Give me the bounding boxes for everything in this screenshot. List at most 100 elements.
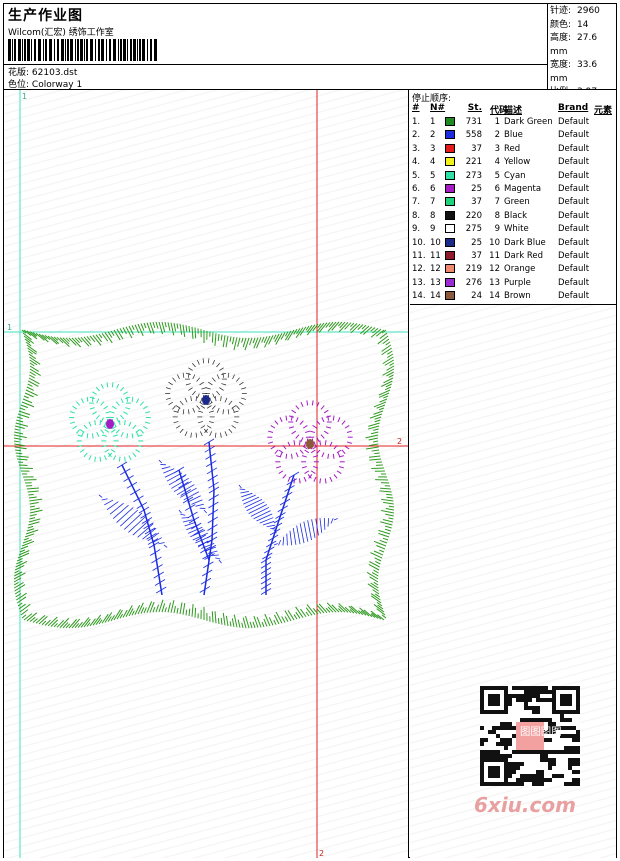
row-brand: Default [558, 170, 590, 181]
stat-stitches: 针迹: 2960 [550, 6, 600, 16]
row-stitches: 37 [471, 251, 482, 261]
color-swatch [445, 157, 455, 167]
row-index: 5. [412, 170, 421, 181]
row-number: 4 [430, 157, 436, 168]
page-title: 生产作业图 [8, 8, 83, 24]
row-brand: Default [558, 251, 590, 261]
qr-code-icon: 图图图图 [480, 686, 580, 786]
table-row: 2. 2 558 2 Blue Default [412, 130, 616, 143]
row-description: Yellow [504, 157, 531, 168]
row-code: 3 [494, 143, 500, 154]
row-number: 14 [430, 291, 441, 302]
color-swatch [445, 237, 455, 247]
row-code: 7 [494, 197, 500, 208]
row-brand: Default [558, 143, 590, 154]
row-description: Purple [504, 277, 531, 288]
row-code: 9 [494, 224, 500, 235]
row-number: 10 [430, 237, 441, 248]
row-stitches: 731 [465, 117, 482, 127]
row-code: 8 [494, 210, 500, 221]
row-description: Dark Blue [504, 237, 546, 248]
header-brand: Brand [558, 103, 589, 113]
color-swatch [445, 184, 455, 193]
qr-stamp-text: 图图图图 [520, 726, 562, 738]
row-description: Dark Green [504, 117, 553, 127]
row-brand: Default [558, 291, 590, 302]
row-stitches: 221 [465, 157, 482, 168]
row-description: Magenta [504, 184, 542, 194]
row-index: 3. [412, 143, 421, 154]
row-description: Black [504, 210, 527, 221]
design-stats: 针迹:2960 颜色:14 高度:27.6 mm 宽度:33.6 mm 比例:3… [550, 5, 616, 100]
table-row: 8. 8 220 8 Black Default [412, 210, 616, 224]
row-brand: Default [558, 130, 590, 141]
row-number: 9 [430, 224, 436, 235]
guide-label-2-right: 2 [397, 437, 402, 446]
header-index: # [412, 103, 420, 113]
row-code: 1 [494, 117, 500, 127]
row-code: 14 [489, 291, 500, 302]
table-row: 3. 3 37 3 Red Default [412, 143, 616, 157]
row-description: Red [504, 143, 521, 154]
row-code: 6 [494, 184, 500, 194]
barcode-icon [8, 39, 157, 61]
color-swatch [445, 170, 455, 180]
row-index: 13. [412, 277, 426, 288]
row-brand: Default [558, 237, 590, 248]
embroidery-preview-canvas[interactable]: 1 1 2 2 [4, 90, 409, 858]
header-stitches: St. [467, 103, 482, 113]
row-number: 11 [430, 251, 441, 261]
row-index: 14. [412, 291, 426, 302]
row-brand: Default [558, 210, 590, 221]
row-stitches: 275 [465, 224, 482, 235]
row-index: 8. [412, 210, 421, 221]
row-description: Dark Red [504, 251, 544, 261]
row-description: Orange [504, 264, 536, 275]
row-index: 1. [412, 117, 421, 127]
color-swatch [445, 197, 455, 207]
table-row: 11. 11 37 11 Dark Red Default [412, 251, 616, 264]
row-stitches: 25 [471, 237, 482, 248]
stat-colors: 颜色: 14 [550, 19, 589, 30]
row-number: 6 [430, 184, 436, 194]
table-row: 6. 6 25 6 Magenta Default [412, 184, 616, 197]
row-description: Brown [504, 291, 531, 302]
stat-width: 宽度: 33.6 mm [550, 60, 598, 84]
colorway-row: 色位: Colorway 1 [8, 77, 82, 90]
row-brand: Default [558, 277, 590, 288]
stop-sequence-table: 停止顺序: # N# St. 代码 描述 Brand 元素 1. 1 731 1 Dar… [410, 90, 616, 305]
row-brand: Default [558, 117, 590, 127]
row-number: 3 [430, 143, 436, 154]
color-swatch [445, 210, 455, 220]
row-stitches: 220 [465, 210, 482, 221]
watermark-logo: 6xiu.com [474, 793, 576, 817]
row-stitches: 273 [465, 170, 482, 181]
color-swatch [445, 130, 455, 140]
table-row: 14. 14 24 14 Brown Default [412, 291, 616, 304]
row-brand: Default [558, 157, 590, 168]
row-number: 5 [430, 170, 436, 181]
row-index: 6. [412, 184, 421, 194]
row-number: 13 [430, 277, 441, 288]
colorway-label: 色位: [8, 80, 30, 90]
row-stitches: 37 [471, 197, 482, 208]
row-description: White [504, 224, 529, 235]
table-row: 5. 5 273 5 Cyan Default [412, 170, 616, 184]
color-swatch [445, 264, 455, 274]
row-stitches: 558 [465, 130, 482, 141]
row-stitches: 25 [471, 184, 482, 194]
header-divider [4, 64, 547, 65]
row-index: 12. [412, 264, 426, 275]
row-description: Blue [504, 130, 523, 141]
row-brand: Default [558, 264, 590, 275]
row-stitches: 37 [471, 143, 482, 154]
production-worksheet: 生产作业图 Wilcom(汇宏) 绣饰工作室 花版: 62103.dst 色位:… [3, 3, 617, 858]
row-code: 5 [494, 170, 500, 181]
header-description: 描述 [504, 106, 523, 116]
row-number: 2 [430, 130, 436, 141]
row-description: Cyan [504, 170, 526, 181]
row-brand: Default [558, 197, 590, 208]
row-code: 4 [494, 157, 500, 168]
header-vertical-divider [547, 4, 548, 90]
color-swatch [445, 224, 455, 234]
